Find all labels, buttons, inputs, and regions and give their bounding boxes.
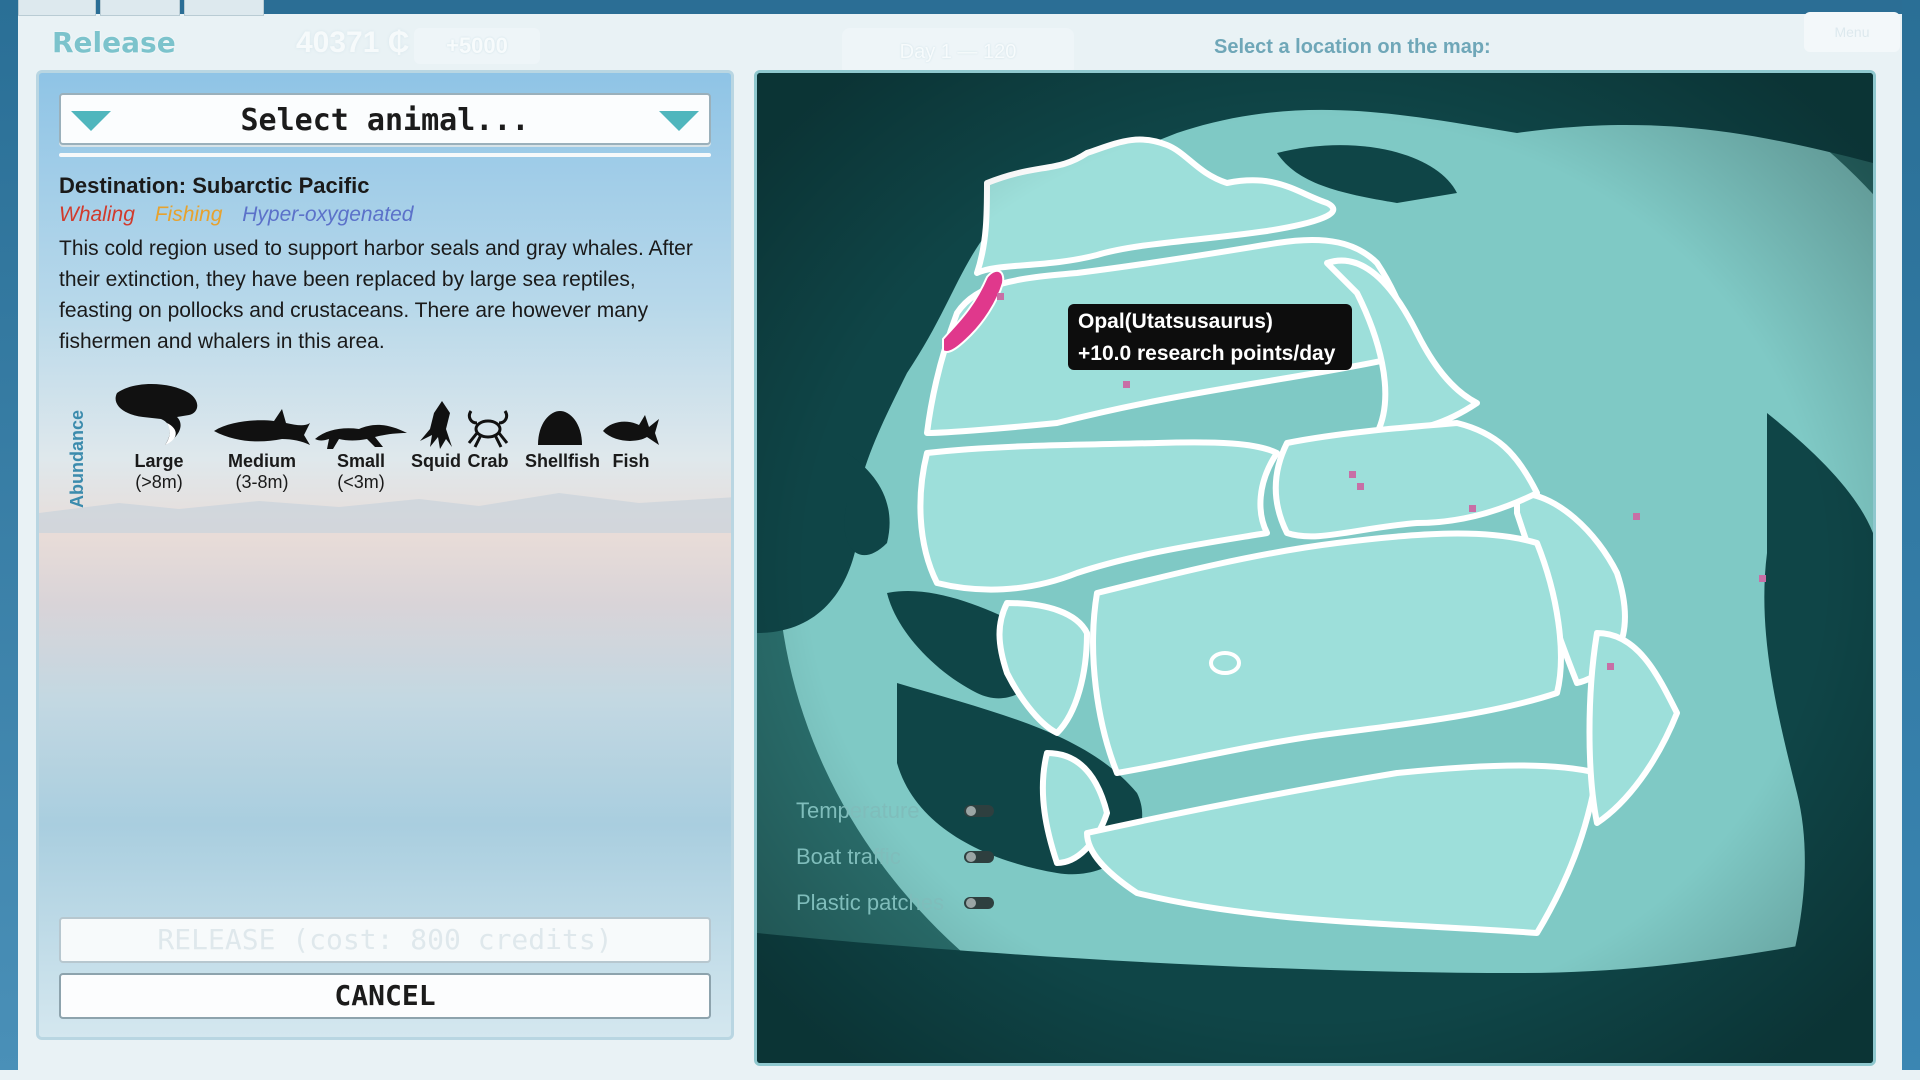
shark-icon: [214, 409, 310, 445]
whale-icon: [115, 384, 198, 445]
toggle-label-plastic-patches: Plastic patches: [796, 890, 944, 915]
menu-button[interactable]: Menu: [1804, 12, 1900, 52]
left-edge: [0, 0, 18, 1080]
tooltip-research: +10.0 research points/day: [1078, 342, 1336, 365]
animal-name: Large: [134, 451, 184, 471]
destination-title: Destination: Subarctic Pacific: [59, 173, 370, 198]
world-map[interactable]: [754, 70, 1876, 1066]
top-tab[interactable]: [100, 0, 180, 16]
animal-fish: Fish: [601, 407, 661, 472]
toggle-label-temperature: Temperature: [796, 798, 920, 823]
animal-small: Small (<3m): [311, 409, 411, 493]
animal-name: Squid: [411, 451, 461, 471]
chevron-down-icon[interactable]: [659, 111, 699, 131]
fish-icon: [603, 415, 659, 445]
region-description: This cold region used to support harbor …: [59, 237, 693, 353]
animal-size: (>8m): [135, 472, 183, 492]
animal-name: Crab: [467, 451, 509, 471]
top-tab[interactable]: [18, 0, 96, 16]
species-tooltip: Opal(Utatsusaurus) +10.0 research points…: [1068, 304, 1352, 370]
crab-icon: [467, 410, 509, 448]
animal-select-label: Select animal...: [240, 103, 530, 138]
animal-name: Medium: [227, 451, 296, 471]
tooltip-species: Opal(Utatsusaurus): [1078, 310, 1273, 333]
top-strip: [0, 0, 1920, 14]
tag-whaling: Whaling: [59, 203, 135, 226]
animal-large: Large (>8m): [109, 379, 209, 493]
animal-size: (3-8m): [235, 472, 289, 492]
shellfish-icon: [538, 411, 582, 445]
tag-fishing: Fishing: [154, 203, 223, 226]
animal-name: Shellfish: [525, 451, 601, 471]
reptile-icon: [315, 424, 407, 449]
top-tab[interactable]: [184, 0, 264, 16]
screen-title: Release: [52, 26, 176, 59]
day-counter: Day 1 — 120: [842, 28, 1074, 76]
credits-counter: 40371 ₵: [296, 26, 410, 59]
squid-icon: [420, 401, 452, 449]
toggle-label-boat-traffic: Boat traffic: [796, 844, 901, 869]
abundance-label: Abundance: [67, 409, 87, 508]
plastic-patches-toggle[interactable]: [964, 897, 994, 909]
cancel-button[interactable]: CANCEL: [59, 973, 711, 1019]
right-edge: [1902, 0, 1920, 1080]
animal-name: Fish: [612, 451, 650, 471]
region-tags: Whaling Fishing Hyper-oxygenated: [59, 203, 414, 227]
temperature-toggle[interactable]: [964, 805, 994, 817]
release-button[interactable]: RELEASE (cost: 800 credits): [59, 917, 711, 963]
animal-shellfish: Shellfish: [525, 407, 600, 472]
animal-name: Small: [336, 451, 386, 471]
bonus-badge: +5000: [414, 28, 540, 64]
animal-crab: Crab: [463, 401, 513, 472]
animal-squid: Squid: [411, 399, 461, 472]
animal-select-dropdown[interactable]: Select animal...: [59, 93, 711, 145]
divider: [59, 153, 711, 157]
animal-size: (<3m): [337, 472, 385, 492]
release-panel: Select animal... Destination: Subarctic …: [36, 70, 734, 1040]
bottom-strip: [0, 1070, 1920, 1080]
tag-hyper-oxygenated: Hyper-oxygenated: [242, 203, 414, 226]
animal-medium: Medium (3-8m): [207, 403, 317, 493]
boat-traffic-toggle[interactable]: [964, 851, 994, 863]
map-prompt: Select a location on the map:: [1214, 36, 1491, 58]
